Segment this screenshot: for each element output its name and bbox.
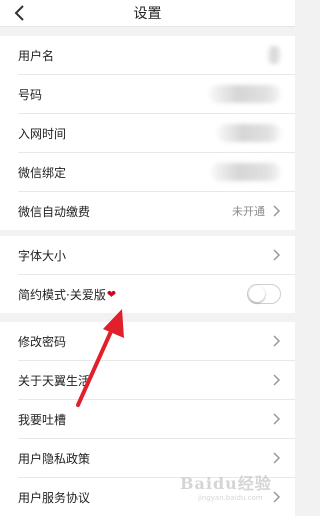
row-wechat-autopay[interactable]: 微信自动缴费 未开通 xyxy=(18,192,295,230)
wechat-autopay-status: 未开通 xyxy=(232,205,265,218)
phone-label: 号码 xyxy=(18,87,43,102)
wechat-binding-label: 微信绑定 xyxy=(18,165,67,180)
row-about[interactable]: 关于天翼生活 xyxy=(18,361,295,400)
page-title: 设置 xyxy=(133,6,162,22)
join-date-redacted xyxy=(217,124,281,142)
chevron-right-icon xyxy=(273,491,281,503)
account-info-group: 用户名 号码 入网时间 微信绑定 微信自动缴费 未开通 xyxy=(0,36,295,230)
row-join-date: 入网时间 xyxy=(18,114,295,153)
nav-bar: 设置 xyxy=(0,0,295,27)
row-font-size[interactable]: 字体大小 xyxy=(18,236,295,275)
toggle-knob xyxy=(249,286,265,302)
row-change-password[interactable]: 修改密码 xyxy=(18,322,295,361)
row-username: 用户名 xyxy=(18,36,295,75)
chevron-right-icon xyxy=(273,374,281,386)
chevron-right-icon xyxy=(273,413,281,425)
row-phone: 号码 xyxy=(18,75,295,114)
more-settings-group: 修改密码 关于天翼生活 我要吐槽 用户隐私政策 用户服务协议 xyxy=(0,322,295,516)
chevron-right-icon xyxy=(273,452,281,464)
heart-icon: ❤ xyxy=(106,287,117,301)
about-label: 关于天翼生活 xyxy=(18,373,91,388)
phone-redacted xyxy=(209,85,281,103)
feedback-label: 我要吐槽 xyxy=(18,412,67,427)
row-feedback[interactable]: 我要吐槽 xyxy=(18,400,295,439)
service-agreement-label: 用户服务协议 xyxy=(18,490,91,505)
privacy-policy-label: 用户隐私政策 xyxy=(18,451,91,466)
join-date-label: 入网时间 xyxy=(18,126,67,141)
row-privacy-policy[interactable]: 用户隐私政策 xyxy=(18,439,295,478)
simple-mode-label: 简约模式·关爱版 xyxy=(18,287,106,302)
row-wechat-binding[interactable]: 微信绑定 xyxy=(18,153,295,192)
simple-mode-toggle[interactable] xyxy=(247,284,281,304)
row-service-agreement[interactable]: 用户服务协议 xyxy=(18,478,295,516)
username-redacted xyxy=(267,46,281,64)
wechat-binding-redacted xyxy=(211,163,281,181)
chevron-right-icon xyxy=(273,335,281,347)
row-simple-mode: 简约模式·关爱版 ❤ xyxy=(18,275,295,313)
chevron-right-icon xyxy=(273,249,281,261)
change-password-label: 修改密码 xyxy=(18,334,67,349)
font-size-label: 字体大小 xyxy=(18,248,67,263)
display-settings-group: 字体大小 简约模式·关爱版 ❤ xyxy=(0,236,295,313)
chevron-right-icon xyxy=(273,205,281,217)
wechat-autopay-label: 微信自动缴费 xyxy=(18,204,91,219)
username-label: 用户名 xyxy=(18,48,55,63)
